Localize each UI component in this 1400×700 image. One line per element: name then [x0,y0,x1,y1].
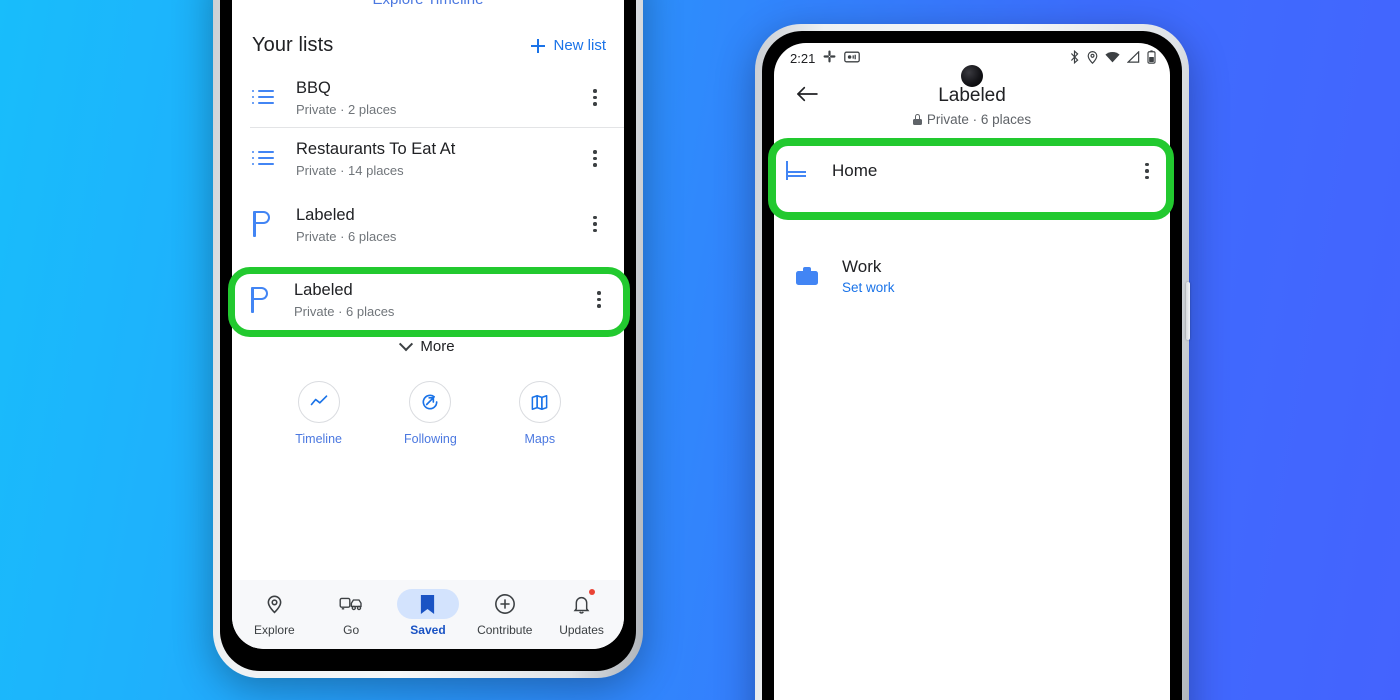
location-pin-icon [243,589,305,619]
nav-label: Saved [410,623,446,637]
right-phone-bezel: 2:21 Labeled Private · 6 places Work Set… [762,31,1182,700]
bluetooth-icon [1069,49,1080,67]
more-options-icon[interactable] [584,215,606,233]
plus-icon [531,38,546,53]
building-icon [786,160,832,181]
directions-car-icon [320,589,382,619]
quick-action-timeline[interactable]: Timeline [295,381,342,446]
nav-item-contribute[interactable]: Contribute [470,589,540,637]
bookmark-icon [396,589,459,619]
list-item-subtitle: Private · 6 places [296,228,397,244]
flag-icon [252,211,296,237]
left-phone-frame: Explore Timeline Your lists New list BBQ… [213,0,643,678]
list-item-subtitle: Private · 14 places [296,163,404,178]
place-item-work[interactable]: Work Set work [774,243,1170,309]
nav-label: Updates [559,623,604,637]
list-item-restaurants-to-eat-at[interactable]: Restaurants To Eat At Private · 14 place… [232,128,624,189]
list-item-subtitle: Private · 6 places [294,304,395,319]
list-icon [252,90,296,106]
more-options-icon[interactable] [584,89,606,106]
map-icon [518,381,561,423]
power-button[interactable] [1186,282,1190,340]
highlight-content-labeled[interactable]: Labeled Private · 6 places [250,280,610,319]
more-options-icon[interactable] [588,291,610,308]
quick-action-label: Maps [524,432,556,446]
nav-item-explore[interactable]: Explore [239,589,309,637]
status-bar-right [1069,49,1156,67]
more-options-icon[interactable] [584,150,606,167]
highlight-content-home[interactable]: Home [786,160,1158,181]
page-subtitle-text: Private · 6 places [926,112,1032,127]
quick-action-label: Following [403,432,457,446]
quick-actions: Timeline Following Maps [232,369,624,462]
lock-icon [912,114,922,125]
plus-circle-icon [474,589,536,619]
list-item-title: BBQ [296,79,331,97]
page-title: Labeled [938,85,1006,106]
nav-label: Explore [254,623,295,637]
explore-timeline-link[interactable]: Explore Timeline [232,0,624,20]
slack-icon [823,50,836,66]
quick-action-maps[interactable]: Maps [518,381,561,446]
right-phone-frame: 2:21 Labeled Private · 6 places Work Set… [755,24,1189,700]
nav-label: Go [343,623,360,637]
bottom-navigation-bar: Explore Go Saved Contribute Updates [232,580,624,649]
more-options-icon[interactable] [1136,162,1158,180]
battery-icon [1147,49,1156,67]
new-list-label: New list [553,37,606,54]
bell-icon [551,589,613,619]
nav-item-updates[interactable]: Updates [547,589,617,637]
place-title: Home [832,161,878,180]
location-pin-icon [1087,50,1098,67]
new-list-button[interactable]: New list [531,37,606,54]
back-arrow-icon[interactable] [796,85,818,103]
status-bar-left: 2:21 [790,50,861,66]
list-item-title: Labeled [296,205,355,224]
screen-record-icon [844,51,861,66]
quick-action-label: Timeline [295,432,342,446]
quick-action-following[interactable]: Following [404,381,457,446]
more-label: More [420,338,455,355]
list-item-title: Restaurants To Eat At [296,140,456,158]
notification-badge [588,589,595,595]
list-item-title: Labeled [294,281,353,299]
signal-icon [1126,49,1140,66]
following-arrow-icon [409,381,452,423]
place-title: Work [842,257,882,276]
list-item-labeled[interactable]: Labeled Private · 6 places [232,189,624,259]
page-subtitle: Private · 6 places [774,112,1170,127]
briefcase-icon [796,267,842,285]
front-camera [961,65,983,87]
nav-item-go[interactable]: Go [316,589,386,637]
your-lists-title: Your lists [252,34,334,56]
list-item-bbq[interactable]: BBQ Private · 2 places [232,67,624,128]
wifi-icon [1105,51,1120,66]
list-icon [252,151,296,167]
list-item-subtitle: Private · 2 places [296,102,397,117]
nav-item-saved[interactable]: Saved [393,589,463,637]
flag-icon [250,286,294,313]
chevron-down-icon [399,336,414,351]
trending-up-icon [297,381,340,423]
nav-label: Contribute [477,623,533,637]
status-time: 2:21 [790,50,816,66]
set-work-link[interactable]: Set work [842,280,1150,295]
your-lists-header: Your lists New list [232,20,624,67]
